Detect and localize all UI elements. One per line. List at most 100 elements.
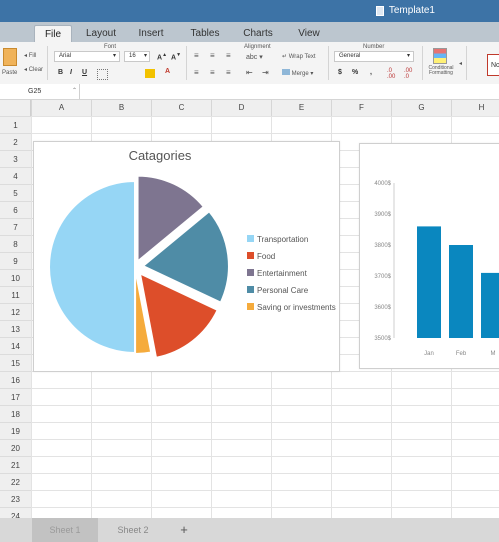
add-sheet-button[interactable]: + <box>168 518 200 542</box>
bar-feb[interactable] <box>449 245 473 338</box>
row-header-20[interactable]: 20 <box>0 439 31 456</box>
font-name-select[interactable]: Arial ▾ <box>54 51 120 62</box>
row-header-10[interactable]: 10 <box>0 269 31 286</box>
tab-file[interactable]: File <box>34 25 72 43</box>
font-color-icon[interactable]: A <box>165 68 170 75</box>
row-header-12[interactable]: 12 <box>0 303 31 320</box>
row-header-9[interactable]: 9 <box>0 252 31 269</box>
sheet-tabs-bar: Sheet 1 Sheet 2 + <box>0 518 499 542</box>
column-header-h[interactable]: H <box>451 100 499 116</box>
bold-button[interactable]: B <box>58 69 63 76</box>
conditional-formatting-icon <box>433 48 447 64</box>
italic-button[interactable]: I <box>70 69 72 76</box>
column-header-c[interactable]: C <box>151 100 211 116</box>
name-box[interactable]: G25 <box>0 84 80 99</box>
clear-button[interactable]: ◂ Clear <box>24 66 43 73</box>
merge-button[interactable]: Merge ▾ <box>282 69 313 77</box>
row-header-11[interactable]: 11 <box>0 286 31 303</box>
row-header-22[interactable]: 22 <box>0 473 31 490</box>
increase-font-icon[interactable]: A▲ <box>157 52 167 61</box>
column-header-a[interactable]: A <box>31 100 91 116</box>
row-header-14[interactable]: 14 <box>0 337 31 354</box>
tab-layout[interactable]: Layout <box>80 25 122 42</box>
currency-button[interactable]: $ <box>338 69 342 76</box>
decrease-font-icon[interactable]: A▼ <box>171 52 181 61</box>
underline-button[interactable]: U <box>82 69 87 76</box>
bar-mar[interactable] <box>481 272 499 338</box>
column-header-e[interactable]: E <box>271 100 331 116</box>
legend-label: Transportation <box>257 235 308 244</box>
align-middle-icon[interactable]: ≡ <box>210 51 215 60</box>
formula-input[interactable] <box>81 84 499 99</box>
chevron-down-icon: ▾ <box>143 53 147 59</box>
row-header-8[interactable]: 8 <box>0 235 31 252</box>
row-header-21[interactable]: 21 <box>0 456 31 473</box>
row-header-17[interactable]: 17 <box>0 388 31 405</box>
row-header-3[interactable]: 3 <box>0 150 31 167</box>
row-header-13[interactable]: 13 <box>0 320 31 337</box>
tab-tables[interactable]: Tables <box>185 25 225 42</box>
font-size-select[interactable]: 16 ▾ <box>124 51 150 62</box>
text-orientation-button[interactable]: abc ▾ <box>246 53 263 61</box>
tab-view[interactable]: View <box>292 25 326 42</box>
sheet-tab-1[interactable]: Sheet 1 <box>32 518 98 542</box>
bar-chart-svg: 3500$ 3600$ 3700$ 3800$ 3900$ 4000$ Jan Feb M <box>374 181 499 357</box>
row-header-6[interactable]: 6 <box>0 201 31 218</box>
legend-swatch <box>247 235 254 242</box>
row-header-2[interactable]: 2 <box>0 133 31 150</box>
row-header-7[interactable]: 7 <box>0 218 31 235</box>
bar-jan[interactable] <box>417 226 441 338</box>
tab-insert[interactable]: Insert <box>132 25 170 42</box>
percent-button[interactable]: % <box>352 69 358 76</box>
borders-icon[interactable] <box>97 69 108 80</box>
window-title-text: Template1 <box>388 5 435 16</box>
document-icon <box>375 5 384 16</box>
column-header-b[interactable]: B <box>91 100 151 116</box>
legend-swatch <box>247 269 254 276</box>
align-bottom-icon[interactable]: ≡ <box>226 51 231 60</box>
align-left-icon[interactable]: ≡ <box>194 68 199 77</box>
column-header-d[interactable]: D <box>211 100 271 116</box>
fill-color-icon[interactable] <box>145 69 155 78</box>
chart-title: Catagories <box>129 148 192 163</box>
bar-chart[interactable]: 3500$ 3600$ 3700$ 3800$ 3900$ 4000$ Jan Feb M <box>359 143 499 369</box>
row-header-23[interactable]: 23 <box>0 490 31 507</box>
indent-increase-icon[interactable]: ⇥ <box>262 68 269 77</box>
row-header-19[interactable]: 19 <box>0 422 31 439</box>
conditional-formatting-button[interactable]: Conditional Formatting <box>428 48 454 84</box>
comma-button[interactable]: , <box>370 69 372 76</box>
wrap-text-button[interactable]: ↵ Wrap Text <box>282 53 316 60</box>
select-all-corner[interactable] <box>0 100 31 116</box>
name-box-dropdown-icon[interactable]: ⌃ <box>72 87 77 94</box>
y-tick-label: 3700$ <box>374 274 391 280</box>
row-header-16[interactable]: 16 <box>0 371 31 388</box>
fill-button[interactable]: ◂ Fill <box>24 52 36 59</box>
row-header-5[interactable]: 5 <box>0 184 31 201</box>
pie-slice-transportation[interactable] <box>48 179 136 355</box>
row-header-1[interactable]: 1 <box>0 116 31 133</box>
divider <box>466 46 467 80</box>
column-header-f[interactable]: F <box>331 100 391 116</box>
number-section-label: Number <box>363 44 385 50</box>
decrease-decimal-icon[interactable]: .00.0 <box>404 68 412 80</box>
y-tick-label: 3800$ <box>374 243 391 249</box>
sheet-tab-2[interactable]: Sheet 2 <box>100 518 166 542</box>
increase-decimal-icon[interactable]: .0.00 <box>387 68 395 80</box>
row-header-4[interactable]: 4 <box>0 167 31 184</box>
tab-charts[interactable]: Charts <box>238 25 278 42</box>
pie-chart[interactable]: Catagories Transportation Food Entertainme… <box>33 141 340 372</box>
number-format-select[interactable]: General ▾ <box>334 51 414 62</box>
divider <box>186 46 187 80</box>
align-right-icon[interactable]: ≡ <box>226 68 231 77</box>
align-top-icon[interactable]: ≡ <box>194 51 199 60</box>
paste-button[interactable]: Paste <box>2 48 18 78</box>
y-tick-label: 3600$ <box>374 305 391 311</box>
row-header-18[interactable]: 18 <box>0 405 31 422</box>
indent-decrease-icon[interactable]: ⇤ <box>246 68 253 77</box>
column-header-g[interactable]: G <box>391 100 451 116</box>
legend-swatch <box>247 303 254 310</box>
row-header-15[interactable]: 15 <box>0 354 31 371</box>
cell-style-preview[interactable]: No <box>487 54 499 76</box>
align-center-icon[interactable]: ≡ <box>210 68 215 77</box>
scroll-left-icon[interactable]: ◂ <box>459 60 462 67</box>
